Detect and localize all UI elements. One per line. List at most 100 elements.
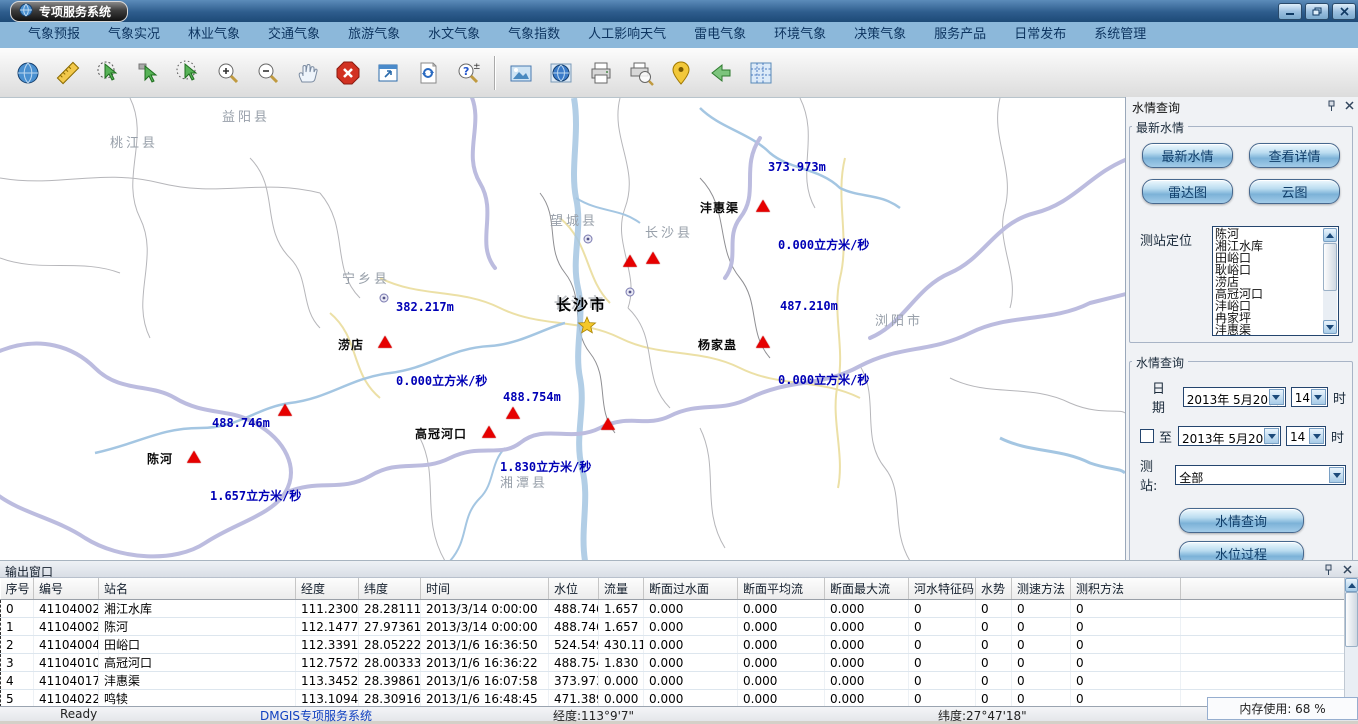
globe-icon[interactable] — [8, 53, 48, 93]
scroll-up-icon[interactable] — [1323, 228, 1337, 242]
station-marker-icon[interactable] — [601, 418, 615, 430]
column-header[interactable]: 经度 — [296, 578, 359, 600]
date-picker-end[interactable]: 2013年 5月20日 — [1178, 426, 1281, 446]
menu-item[interactable]: 系统管理 — [1080, 22, 1160, 48]
grid-icon[interactable] — [741, 53, 781, 93]
column-header[interactable]: 断面最大流 — [825, 578, 909, 600]
menu-item[interactable]: 旅游气象 — [334, 22, 414, 48]
column-header[interactable]: 时间 — [421, 578, 549, 600]
hour-picker-end[interactable]: 14 — [1286, 426, 1326, 446]
scroll-up-icon[interactable] — [1345, 578, 1358, 592]
minimize-icon[interactable] — [1278, 3, 1302, 20]
station-marker-icon[interactable] — [756, 200, 770, 212]
column-header[interactable]: 断面过水面 — [644, 578, 738, 600]
pan-icon[interactable] — [288, 53, 328, 93]
table-cell: 0 — [1071, 636, 1181, 654]
menu-item[interactable]: 林业气象 — [174, 22, 254, 48]
station-marker-icon[interactable] — [378, 336, 392, 348]
station-marker-icon[interactable] — [278, 404, 292, 416]
column-header[interactable]: 断面平均流 — [738, 578, 825, 600]
column-header[interactable]: 流量 — [599, 578, 644, 600]
menu-item[interactable]: 水文气象 — [414, 22, 494, 48]
station-marker-icon[interactable] — [646, 252, 660, 264]
menu-item[interactable]: 气象预报 — [14, 22, 94, 48]
zoom-in-icon[interactable] — [208, 53, 248, 93]
column-header[interactable]: 水势 — [976, 578, 1012, 600]
column-header[interactable]: 河水特征码 — [909, 578, 976, 600]
output-close-icon[interactable] — [1340, 563, 1354, 576]
button-查看详情[interactable]: 查看详情 — [1249, 143, 1340, 168]
back-icon[interactable] — [701, 53, 741, 93]
station-list[interactable]: 陈河湘江水库田峪口耿峪口涝店高冠河口沣峪口冉家坪沣惠渠 — [1212, 226, 1339, 336]
table-row[interactable]: 341104010高冠河口112.75722228.0033332013/1/6… — [1, 654, 1345, 672]
menu-item[interactable]: 环境气象 — [760, 22, 840, 48]
button-云图[interactable]: 云图 — [1249, 179, 1340, 204]
chevron-down-icon[interactable] — [1309, 428, 1324, 444]
date-picker[interactable]: 2013年 5月20日 — [1183, 387, 1286, 407]
identify-icon[interactable]: ?± — [448, 53, 488, 93]
menu-item[interactable]: 气象指数 — [494, 22, 574, 48]
menu-item[interactable]: 雷电气象 — [680, 22, 760, 48]
table-scrollbar[interactable] — [1344, 578, 1358, 706]
locate-icon[interactable] — [661, 53, 701, 93]
column-header[interactable]: 编号 — [34, 578, 99, 600]
refresh-icon[interactable] — [408, 53, 448, 93]
station-list-item[interactable]: 沣惠渠 — [1215, 324, 1322, 336]
stop-icon[interactable] — [328, 53, 368, 93]
column-header[interactable]: 测速方法 — [1012, 578, 1071, 600]
image-icon[interactable] — [501, 53, 541, 93]
menu-item[interactable]: 决策气象 — [840, 22, 920, 48]
station-select[interactable]: 全部 — [1175, 465, 1346, 485]
menu-item[interactable]: 日常发布 — [1000, 22, 1080, 48]
menu-item[interactable]: 交通气象 — [254, 22, 334, 48]
scroll-thumb[interactable] — [1345, 592, 1358, 647]
close-icon[interactable] — [1332, 3, 1356, 20]
print-preview-icon[interactable] — [621, 53, 661, 93]
column-header[interactable]: 序号 — [1, 578, 34, 600]
column-header[interactable]: 水位 — [549, 578, 599, 600]
select-region-icon[interactable] — [168, 53, 208, 93]
menu-item[interactable]: 气象实况 — [94, 22, 174, 48]
station-marker-icon[interactable] — [506, 407, 520, 419]
column-header[interactable]: 站名 — [99, 578, 296, 600]
hour-picker[interactable]: 14 — [1291, 387, 1328, 407]
pointer-icon[interactable] — [128, 53, 168, 93]
measure-icon[interactable] — [48, 53, 88, 93]
chevron-down-icon[interactable] — [1269, 389, 1284, 405]
app-tab[interactable]: 专项服务系统 — [10, 1, 128, 22]
world-icon[interactable] — [541, 53, 581, 93]
button-最新水情[interactable]: 最新水情 — [1142, 143, 1233, 168]
menu-item[interactable]: 人工影响天气 — [574, 22, 680, 48]
table-row[interactable]: 241104004田峪口112.33916728.0522222013/1/6 … — [1, 636, 1345, 654]
map-area[interactable]: 益阳县桃江县宁乡县望城县长沙县浏阳市湘潭县沣惠渠涝店杨家蛊高冠河口陈河373.9… — [0, 97, 1125, 561]
table-row[interactable]: 141104002陈河112.14777827.9736112013/3/14 … — [1, 618, 1345, 636]
column-header[interactable]: 纬度 — [359, 578, 421, 600]
scroll-down-icon[interactable] — [1323, 320, 1337, 334]
select-icon[interactable] — [88, 53, 128, 93]
station-list-scrollbar[interactable] — [1323, 228, 1337, 334]
to-checkbox[interactable] — [1140, 429, 1154, 443]
window-icon[interactable] — [368, 53, 408, 93]
pin-icon[interactable] — [1321, 563, 1335, 576]
pin-icon[interactable] — [1324, 99, 1338, 112]
column-header[interactable]: 测积方法 — [1071, 578, 1181, 600]
station-marker-icon[interactable] — [482, 426, 496, 438]
button-雷达图[interactable]: 雷达图 — [1142, 179, 1233, 204]
table-row[interactable]: 041104002湘江水库111.23000028.2811112013/3/1… — [1, 600, 1345, 618]
restore-icon[interactable] — [1305, 3, 1329, 20]
chevron-down-icon[interactable] — [1264, 428, 1279, 444]
chevron-down-icon[interactable] — [1311, 389, 1326, 405]
table-row[interactable]: 541104022鸣犊113.10944428.3091672013/1/6 1… — [1, 690, 1345, 707]
station-marker-icon[interactable] — [756, 336, 770, 348]
zoom-out-icon[interactable] — [248, 53, 288, 93]
scroll-thumb[interactable] — [1323, 243, 1337, 291]
print-icon[interactable] — [581, 53, 621, 93]
panel-close-icon[interactable] — [1342, 99, 1356, 112]
table-row[interactable]: 441104017沣惠渠113.34527828.3986112013/1/6 … — [1, 672, 1345, 690]
button-水情查询[interactable]: 水情查询 — [1179, 508, 1304, 533]
chevron-down-icon[interactable] — [1329, 467, 1344, 483]
station-marker-icon[interactable] — [623, 255, 637, 267]
menu-item[interactable]: 服务产品 — [920, 22, 1000, 48]
station-marker-icon[interactable] — [187, 451, 201, 463]
table-cell: 0.000 — [644, 618, 738, 636]
